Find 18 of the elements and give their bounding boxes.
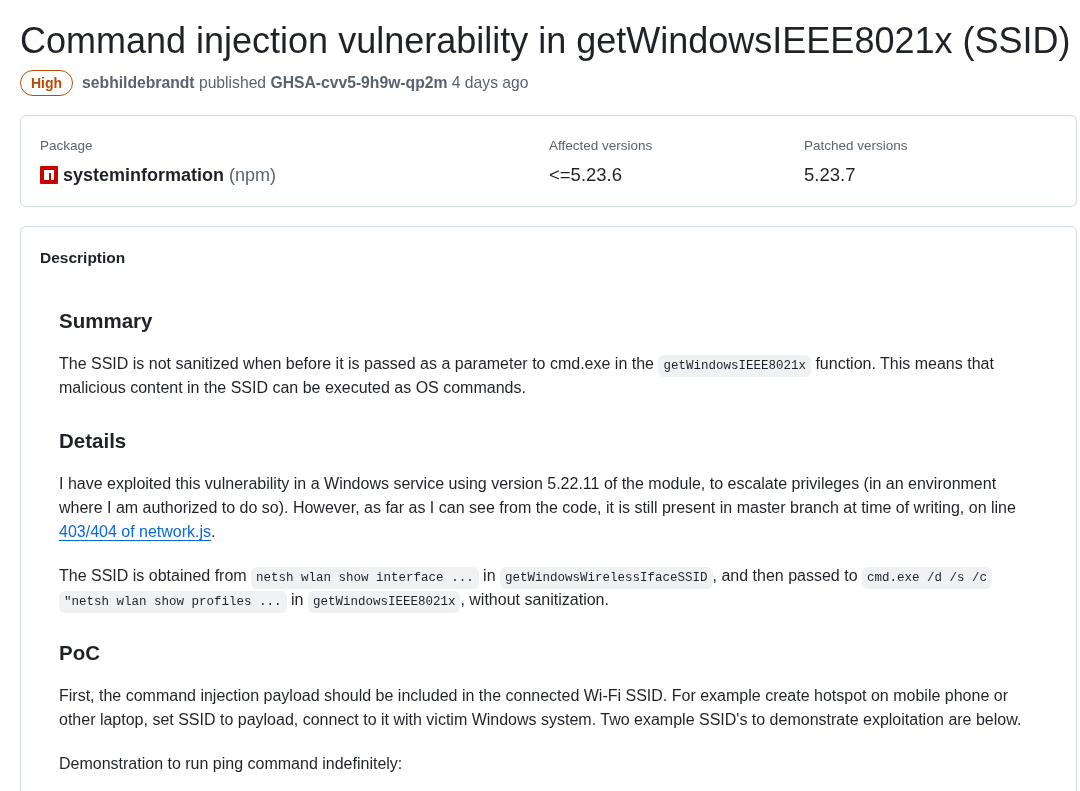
advisory-title: Command injection vulnerability in getWindowsIEEE8021x (SSID) [20,19,1071,63]
byline-text: sebhildebrandt published GHSA-cvv5-9h9w-qp2m 4 days ago [82,74,529,92]
paragraph-text: I have exploited this vulnerability in a Windows service using version 5.22.11 of the module, to escalate privileges (in an environment where I am authorized to do so). However, as far as I can see from the code, it is still present in master branch at time of writing, on line 403/404 of network.js. [59,474,1017,542]
npm-logo-icon [40,166,58,184]
section-heading: PoC [59,640,101,666]
field-label: Patched versions [804,137,908,155]
card-title: Description [40,248,127,268]
version-text: <=5.23.6 [549,163,623,187]
section-heading: Summary [59,308,154,334]
field-label: Package [40,137,93,155]
section-heading: Details [59,428,128,454]
paragraph-text: First, the command injection payload should be included in the connected Wi-Fi SSID. For example create hotspot on mobile phone or other laptop, set SSID to payload, connect to it with victim Windows system. Two example SSID's to demonstrate exploitation are below. [59,686,1023,730]
version-text: 5.23.7 [804,163,856,187]
field-label: Affected versions [549,137,653,155]
paragraph-text: The SSID is not sanitized when before it is passed as a parameter to cmd.exe in the getWindowsIEEE8021x function. This means that malicious content in the SSID can be executed as OS commands. [59,354,995,398]
paragraph-text: Demonstration to run ping command indefinitely: [59,754,404,774]
package-name[interactable]: systeminformation [63,164,225,186]
ecosystem-text: (npm) [229,164,277,186]
